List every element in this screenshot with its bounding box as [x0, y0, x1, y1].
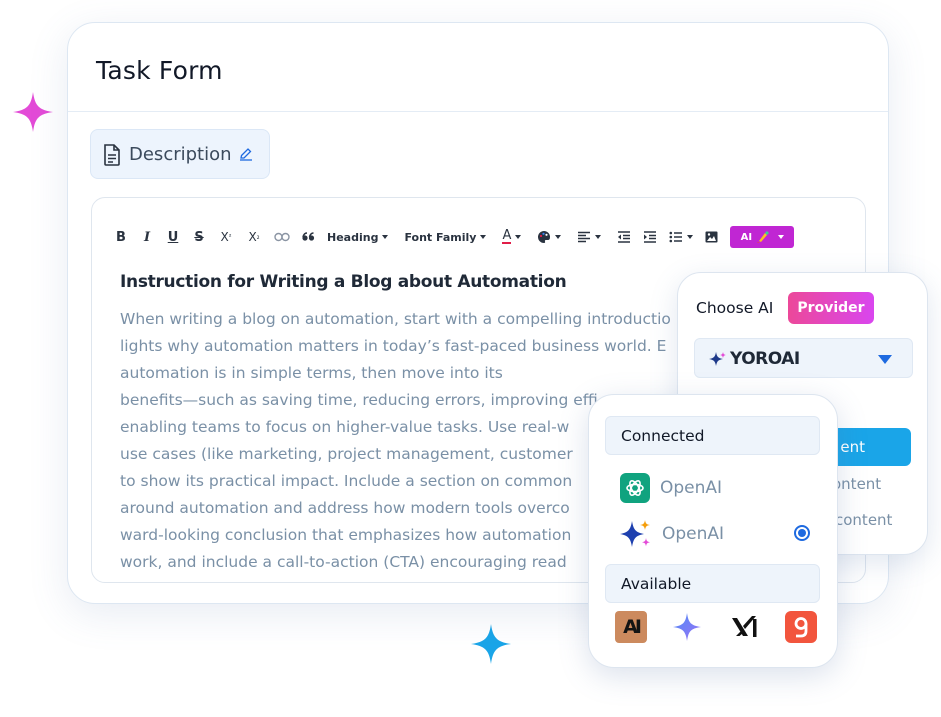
yoroai-logo: YOROAI — [709, 349, 800, 369]
heading-dropdown[interactable]: Heading — [327, 231, 389, 244]
document-icon — [104, 144, 120, 166]
anthropic-icon[interactable]: AI — [615, 611, 647, 643]
provider-option-openai-selected[interactable]: OpenAI — [620, 518, 724, 550]
page-title: Task Form — [96, 56, 223, 85]
align-dropdown[interactable] — [577, 231, 602, 243]
indent-icon[interactable] — [643, 225, 657, 249]
gemini-sparkle-icon — [620, 520, 650, 547]
provider-option-openai[interactable]: OpenAI — [620, 472, 722, 504]
font-color-dropdown[interactable]: A — [502, 229, 522, 244]
pink-sparkle-icon — [13, 92, 53, 132]
link-icon[interactable] — [274, 225, 290, 249]
yoroai-sparkle-icon — [709, 352, 726, 366]
blue-sparkle-icon — [471, 624, 511, 664]
image-icon[interactable] — [705, 225, 718, 249]
provider-select[interactable]: YOROAI — [694, 338, 913, 378]
quote-icon[interactable] — [302, 225, 315, 249]
subscript-button[interactable]: X₂ — [246, 225, 262, 249]
xai-icon[interactable] — [729, 611, 761, 643]
editor-toolbar: B I U S X² X₂ Heading Font Family A AI — [114, 224, 795, 250]
palette-icon — [538, 231, 551, 243]
gamma-icon[interactable] — [785, 611, 817, 643]
content-option[interactable]: ontent — [832, 475, 881, 493]
strikethrough-button[interactable]: S — [192, 225, 206, 249]
description-label: Description — [129, 144, 232, 165]
list-dropdown[interactable] — [669, 231, 694, 243]
connected-section-header: Connected — [605, 416, 820, 455]
background-color-dropdown[interactable] — [537, 230, 562, 244]
font-family-dropdown[interactable]: Font Family — [404, 231, 487, 244]
select-arrow-icon — [878, 355, 892, 364]
body-line: lights why automation matters in today’s… — [120, 337, 667, 355]
outdent-icon[interactable] — [617, 225, 631, 249]
selected-radio[interactable] — [794, 525, 810, 541]
title-divider — [68, 111, 888, 112]
provider-badge: Provider — [788, 292, 874, 324]
underline-button[interactable]: U — [166, 225, 180, 249]
align-left-icon — [578, 231, 591, 243]
openai-icon — [620, 473, 650, 503]
body-line: When writing a blog on automation, start… — [120, 310, 671, 328]
available-section-header: Available — [605, 564, 820, 603]
superscript-button[interactable]: X² — [218, 225, 234, 249]
body-line: automation is in simple terms, then move… — [120, 364, 503, 382]
ai-assist-button[interactable]: AI — [730, 226, 795, 248]
choose-ai-label: Choose AI — [696, 299, 774, 317]
italic-button[interactable]: I — [140, 225, 154, 249]
provider-dropdown-menu: Connected OpenAI OpenAI Available AI — [588, 394, 838, 668]
gemini-icon[interactable] — [671, 611, 703, 643]
description-tab[interactable]: Description — [90, 129, 270, 179]
ai-brush-icon — [757, 231, 770, 243]
bold-button[interactable]: B — [114, 225, 128, 249]
content-option[interactable]: content — [835, 511, 892, 529]
bullet-list-icon — [669, 231, 683, 243]
available-providers: AI — [615, 611, 820, 645]
edit-pencil-icon[interactable] — [239, 147, 253, 161]
document-heading: Instruction for Writing a Blog about Aut… — [120, 272, 567, 292]
